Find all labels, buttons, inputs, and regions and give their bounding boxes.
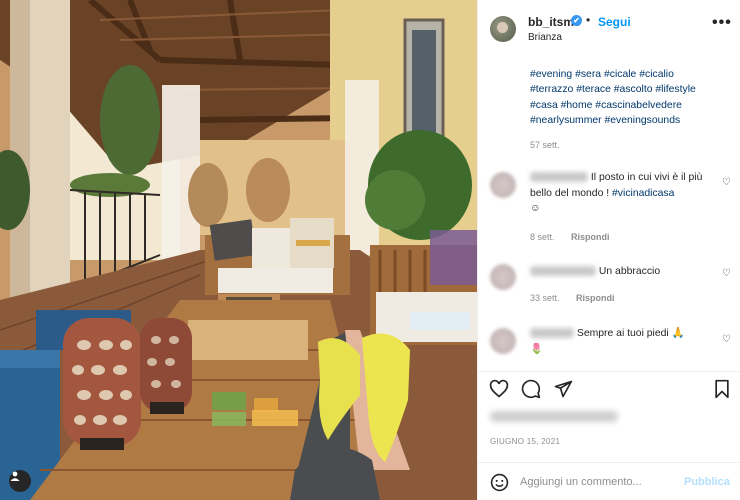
comment-meta: 33 sett. Rispondi xyxy=(530,293,615,303)
likes-count-blurred[interactable] xyxy=(490,411,618,422)
comment-avatar[interactable] xyxy=(490,172,516,198)
comment-time[interactable]: 33 sett. xyxy=(530,293,560,303)
hashtag[interactable]: #casa xyxy=(530,100,558,111)
send-icon[interactable] xyxy=(553,379,573,399)
user-tag-icon xyxy=(10,471,20,481)
comment-text: Un abbraccio xyxy=(530,264,710,280)
reply-button[interactable]: Rispondi xyxy=(571,232,610,242)
post-header: bb_itsme ✔ • Segui Brianza ••• xyxy=(478,0,740,52)
hashtag[interactable]: #nearlysummer xyxy=(530,115,602,126)
post-photo[interactable] xyxy=(0,0,477,500)
comment-text: Il posto in cui vivi è il più bello del … xyxy=(530,170,710,217)
comment-text: Sempre ai tuoi piedi 🙏 🌷 xyxy=(530,326,710,357)
comment-emoji: ☺ xyxy=(530,203,541,214)
avatar[interactable] xyxy=(490,16,516,42)
comment-avatar[interactable] xyxy=(490,264,516,290)
hashtag[interactable]: #home xyxy=(561,100,593,111)
comment-avatar[interactable] xyxy=(490,328,516,354)
comment-body: Sempre ai tuoi piedi 🙏 xyxy=(576,328,685,339)
verified-badge-icon: ✔ xyxy=(571,15,582,26)
comment-username-blurred[interactable] xyxy=(530,266,596,277)
add-comment-bar: Pubblica xyxy=(478,462,740,500)
hashtag[interactable]: #ascolto xyxy=(614,84,653,95)
comment-emoji: 🌷 xyxy=(530,343,543,355)
heart-outline-icon[interactable] xyxy=(489,379,509,399)
hashtag[interactable]: #terrazzo xyxy=(530,84,573,95)
heart-outline-icon[interactable]: ♡ xyxy=(722,268,731,279)
comment-meta: 8 sett. Rispondi xyxy=(530,232,610,242)
smiley-icon[interactable] xyxy=(490,473,509,492)
comment-icon[interactable] xyxy=(521,379,541,399)
comment-username-blurred[interactable] xyxy=(530,172,588,183)
hashtag[interactable]: #terace xyxy=(576,84,611,95)
hashtag[interactable]: #eveningsounds xyxy=(605,115,681,126)
publish-button[interactable]: Pubblica xyxy=(684,476,730,488)
post-actions xyxy=(478,371,740,401)
comment-username-blurred[interactable] xyxy=(530,328,574,339)
comment-input[interactable] xyxy=(520,472,670,492)
tag-button[interactable] xyxy=(9,470,31,492)
reply-button[interactable]: Rispondi xyxy=(576,293,615,303)
comment-body: Un abbraccio xyxy=(598,266,661,277)
terrace-photo xyxy=(0,0,477,500)
heart-outline-icon[interactable]: ♡ xyxy=(722,177,731,188)
hashtag[interactable]: #cicale xyxy=(604,69,636,80)
comment-time[interactable]: 8 sett. xyxy=(530,232,555,242)
separator-dot: • xyxy=(586,13,591,27)
caption: #evening #sera #cicale #cicalio #terrazz… xyxy=(530,67,730,128)
post-date: GIUGNO 15, 2021 xyxy=(490,437,561,446)
hashtag[interactable]: #sera xyxy=(575,69,601,80)
bookmark-icon[interactable] xyxy=(712,379,732,399)
post-panel: bb_itsme ✔ • Segui Brianza ••• #evening … xyxy=(477,0,740,500)
follow-button[interactable]: Segui xyxy=(598,15,631,29)
heart-outline-icon[interactable]: ♡ xyxy=(722,334,731,345)
hashtag[interactable]: #evening xyxy=(530,69,572,80)
comment-hashtag[interactable]: #vicinadicasa xyxy=(612,188,674,199)
more-horizontal-icon[interactable]: ••• xyxy=(712,14,732,32)
caption-timestamp[interactable]: 57 sett. xyxy=(530,140,560,150)
hashtag[interactable]: #cicalio xyxy=(639,69,674,80)
location-link[interactable]: Brianza xyxy=(528,32,562,43)
hashtag[interactable]: #cascinabelvedere xyxy=(595,100,682,111)
hashtag[interactable]: #lifestyle xyxy=(655,84,695,95)
